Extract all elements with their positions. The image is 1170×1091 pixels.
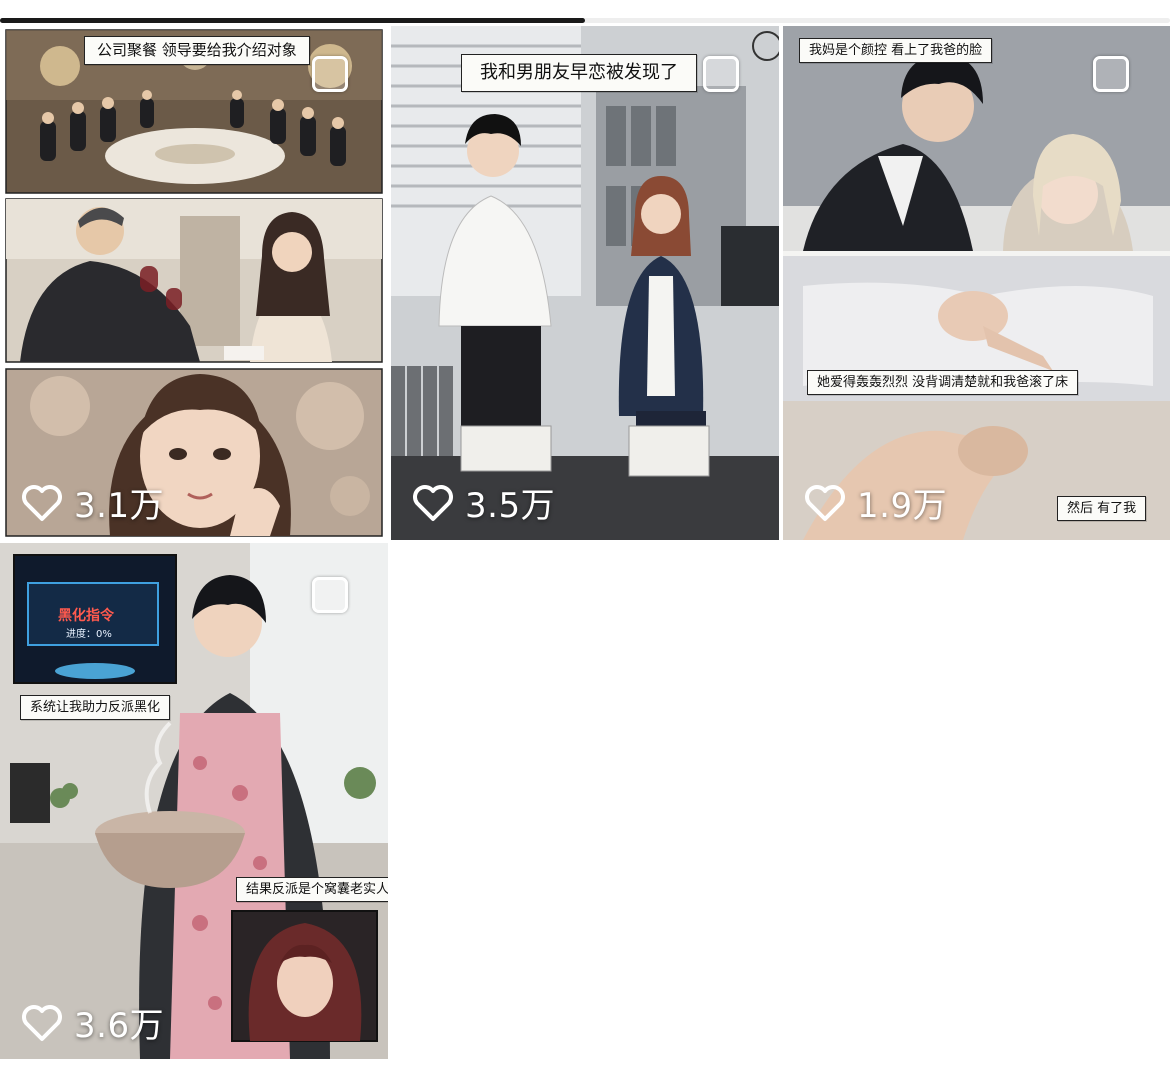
tile-caption: 她爱得轰轰烈烈 没背调清楚就和我爸滚了床	[807, 370, 1079, 395]
screen-title: 黑化指令	[58, 608, 114, 624]
progress-bar-fill	[0, 18, 585, 23]
video-grid-page: 公司聚餐 领导要给我介绍对象 3.1万 我和男朋友早恋被发现了 3.5万 我妈是…	[0, 0, 1170, 1091]
select-checkbox[interactable]	[312, 56, 348, 92]
like-counter: 3.6万	[20, 998, 164, 1047]
select-checkbox[interactable]	[703, 56, 739, 92]
like-counter: 3.1万	[20, 478, 164, 527]
like-count: 1.9万	[857, 486, 948, 526]
tile-caption: 公司聚餐 领导要给我介绍对象	[84, 36, 310, 65]
comic-artwork-3	[783, 26, 1170, 540]
like-counter: 1.9万	[803, 478, 947, 527]
heart-outline-icon	[22, 484, 62, 521]
tile-caption: 我和男朋友早恋被发现了	[461, 54, 697, 92]
like-count: 3.1万	[74, 486, 165, 526]
video-tile-1[interactable]: 公司聚餐 领导要给我介绍对象 3.1万	[0, 26, 387, 540]
progress-bar	[0, 18, 1170, 23]
video-tile-4[interactable]: 系统让我助力反派黑化 结果反派是个窝囊老实人 黑化指令 进度：0% 3.6万	[0, 543, 388, 1059]
heart-outline-icon	[22, 1004, 62, 1041]
comic-artwork-1	[0, 26, 387, 540]
comic-artwork-2	[391, 26, 779, 540]
tile-caption: 结果反派是个窝囊老实人	[236, 877, 388, 902]
like-count: 3.5万	[465, 486, 556, 526]
select-checkbox[interactable]	[1093, 56, 1129, 92]
tile-caption: 系统让我助力反派黑化	[20, 695, 171, 720]
like-counter: 3.5万	[411, 478, 555, 527]
video-tile-2[interactable]: 我和男朋友早恋被发现了 3.5万	[391, 26, 779, 540]
heart-outline-icon	[805, 484, 845, 521]
select-checkbox[interactable]	[312, 577, 348, 613]
heart-outline-icon	[413, 484, 453, 521]
video-tile-3[interactable]: 我妈是个颜控 看上了我爸的脸 她爱得轰轰烈烈 没背调清楚就和我爸滚了床 然后 有…	[783, 26, 1170, 540]
tile-caption: 我妈是个颜控 看上了我爸的脸	[799, 38, 993, 63]
tile-caption: 然后 有了我	[1057, 496, 1147, 521]
screen-progress: 进度：0%	[66, 629, 112, 640]
like-count: 3.6万	[74, 1006, 165, 1046]
